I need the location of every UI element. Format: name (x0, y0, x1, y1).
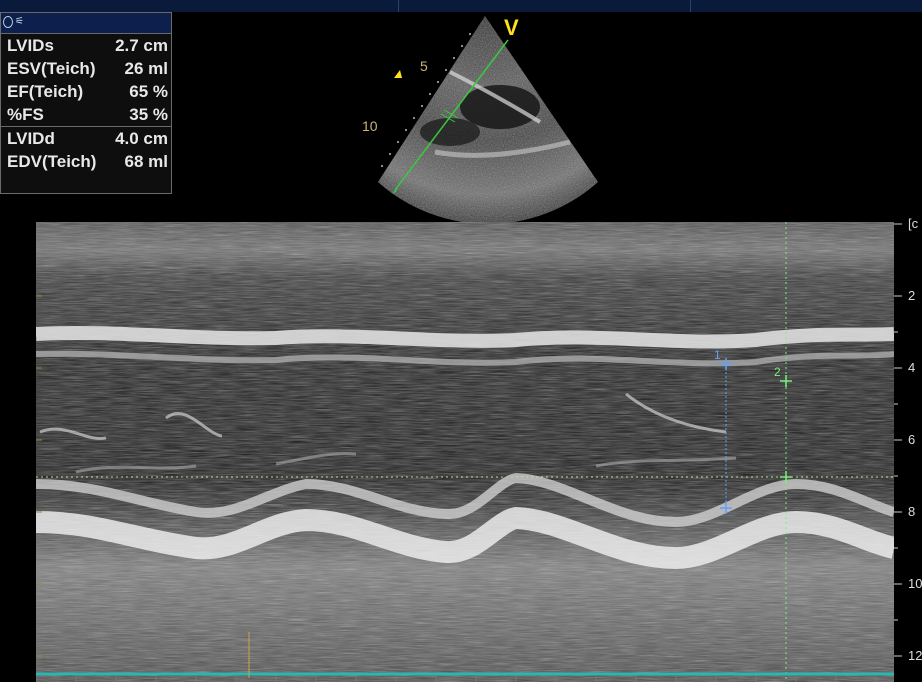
measurement-row-ef: EF(Teich) 65 % (1, 80, 171, 103)
orientation-arrow-icon (394, 70, 402, 78)
measurement-label: ESV(Teich) (7, 59, 96, 78)
measurement-row-edv: EDV(Teich) 68 ml (1, 150, 171, 173)
measurement-row-lvids: LVIDs 2.7 cm (1, 34, 171, 57)
measure-icon: ⚟ (15, 16, 24, 27)
measurement-label: EF(Teich) (7, 82, 84, 101)
depth-tick-label: 8 (908, 504, 916, 519)
top-bar-divider (690, 0, 692, 12)
2d-sector-view[interactable]: V 5 10 (340, 12, 630, 222)
measurement-value: 26 ml (124, 59, 168, 78)
measurement-panel-header: ⚟ (1, 13, 171, 34)
top-bar-divider (398, 0, 400, 12)
sector-orientation-marker: V (504, 15, 519, 40)
depth-tick-label: 10 (908, 576, 922, 591)
measurement-value: 65 % (129, 82, 168, 101)
measurement-label: EDV(Teich) (7, 152, 97, 171)
sector-depth-mark-10: 10 (362, 118, 378, 134)
measurement-row-fs: %FS 35 % (1, 103, 171, 126)
depth-tick-label: 12 (908, 648, 922, 663)
measurement-value: 35 % (129, 105, 168, 124)
m-mode-display[interactable]: 1 2 (35, 222, 897, 682)
measurement-value: 4.0 cm (115, 129, 168, 148)
measurement-row-lvidd: LVIDd 4.0 cm (1, 127, 171, 150)
sector-image (378, 16, 598, 222)
m-mode-image (35, 222, 897, 682)
measurement-value: 68 ml (124, 152, 168, 171)
depth-tick-label: 6 (908, 432, 916, 447)
sector-depth-mark-5: 5 (420, 58, 428, 74)
top-status-bar (0, 0, 922, 12)
measurement-label: %FS (7, 105, 44, 124)
measurement-panel: ⚟ LVIDs 2.7 cm ESV(Teich) 26 ml EF(Teich… (0, 12, 172, 194)
depth-tick-label: 4 (908, 360, 916, 375)
measurement-label: LVIDd (7, 129, 55, 148)
caliper-1-label: 1 (714, 348, 721, 362)
measurement-label: LVIDs (7, 36, 54, 55)
depth-scale: [c 2 4 6 8 10 12 (894, 216, 922, 682)
caliper-2-label: 2 (774, 365, 781, 379)
depth-unit-label: [c (908, 216, 919, 231)
depth-tick-label: 2 (908, 288, 916, 303)
measurement-value: 2.7 cm (115, 36, 168, 55)
measurement-row-esv: ESV(Teich) 26 ml (1, 57, 171, 80)
probe-icon (3, 16, 13, 28)
